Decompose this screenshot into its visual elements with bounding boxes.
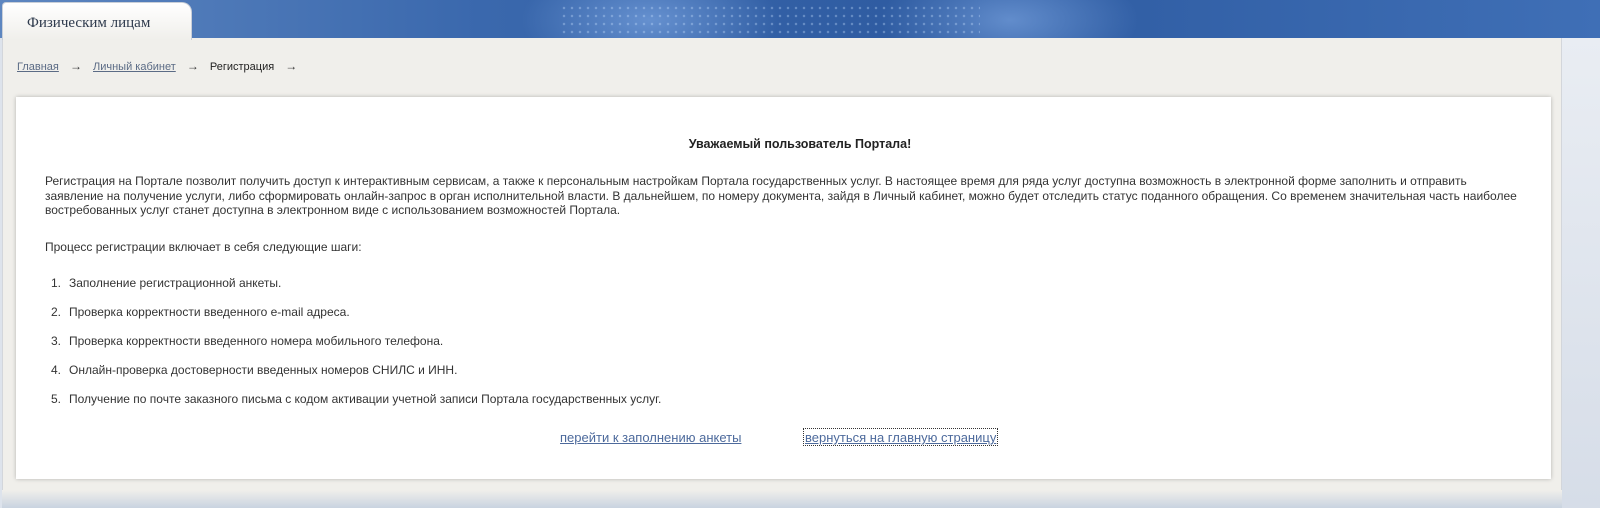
list-item: 1. Заполнение регистрационной анкеты. (51, 276, 661, 305)
breadcrumb-arrow-icon: → (186, 59, 199, 73)
list-item: 4. Онлайн-проверка достоверности введенны… (51, 363, 661, 392)
breadcrumb-arrow-icon: → (69, 59, 82, 73)
header-banner (0, 0, 1600, 38)
right-edge (1562, 38, 1600, 508)
breadcrumb-home-link[interactable]: Главная (17, 61, 59, 73)
page: Физическим лицам Главная → Личный кабине… (0, 0, 1600, 508)
step-text: Проверка корректности введенного номера … (69, 334, 444, 348)
breadcrumb-current: Регистрация (209, 61, 275, 73)
tab-individuals-label: Физическим лицам (27, 15, 151, 31)
steps-intro: Процесс регистрации включает в себя след… (45, 240, 362, 254)
step-number: 5. (51, 392, 62, 406)
step-number: 3. (51, 334, 62, 348)
breadcrumb: Главная → Личный кабинет → Регистрация → (17, 59, 305, 73)
list-item: 2. Проверка корректности введенного e-mai… (51, 305, 661, 334)
step-text: Получение по почте заказного письма с ко… (69, 392, 662, 406)
steps-list: 1. Заполнение регистрационной анкеты. 2. П… (51, 276, 661, 421)
step-number: 4. (51, 363, 62, 377)
bottom-edge (2, 490, 1562, 508)
list-item: 3. Проверка корректности введенного номер… (51, 334, 661, 363)
breadcrumb-end-arrow-icon: → (285, 59, 298, 73)
step-number: 2. (51, 305, 62, 319)
step-text: Заполнение регистрационной анкеты. (69, 276, 282, 290)
step-text: Проверка корректности введенного e-mail … (69, 305, 350, 319)
tab-individuals[interactable]: Физическим лицам (2, 2, 192, 40)
page-title: Уважаемый пользователь Портала! (688, 137, 912, 151)
fill-form-link[interactable]: перейти к заполнению анкеты (560, 430, 741, 445)
back-home-link[interactable]: вернуться на главную страницу (803, 428, 999, 446)
header-pattern (560, 4, 980, 34)
registration-panel: Уважаемый пользователь Портала! Регистра… (16, 97, 1551, 479)
list-item: 5. Получение по почте заказного письма с … (51, 392, 661, 421)
breadcrumb-cabinet-link[interactable]: Личный кабинет (93, 61, 176, 73)
intro-text: Регистрация на Портале позволит получить… (45, 174, 1517, 217)
step-text: Онлайн-проверка достоверности введенных … (69, 363, 458, 377)
step-number: 1. (51, 276, 62, 290)
